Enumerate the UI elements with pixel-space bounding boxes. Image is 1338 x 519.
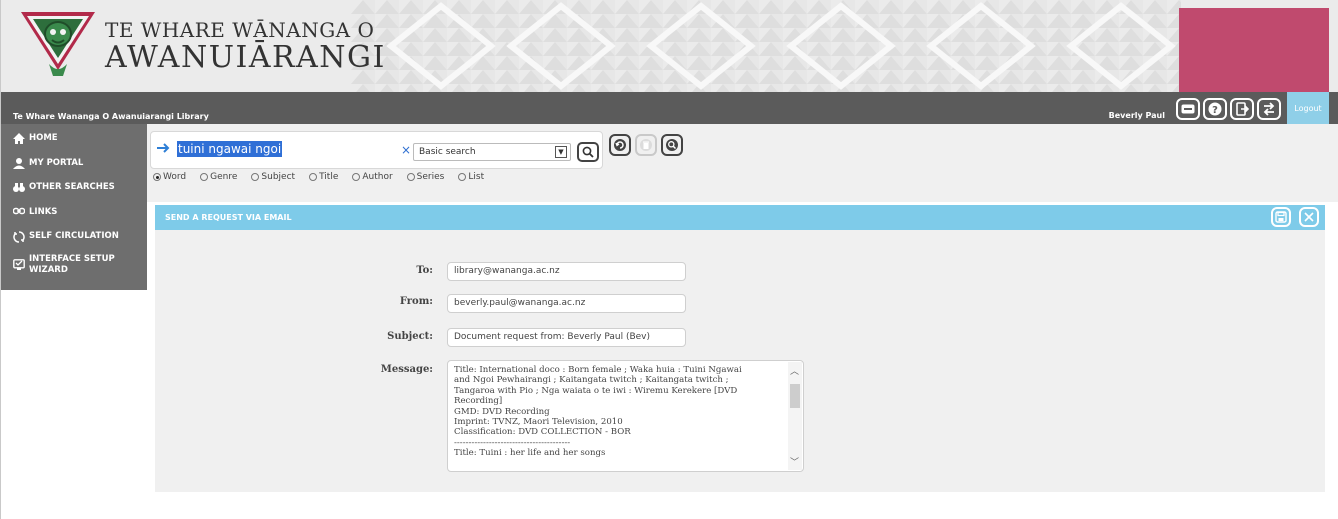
- radio-label: Series: [416, 172, 445, 182]
- logout-door-icon[interactable]: [1230, 98, 1254, 120]
- search-field-options: Word Genre Subject Title Author Series L…: [153, 172, 498, 182]
- radio-label: Title: [319, 172, 339, 182]
- panel-header: SEND A REQUEST VIA EMAIL: [155, 205, 1325, 230]
- reset-search-button[interactable]: [609, 134, 631, 156]
- save-button[interactable]: [1271, 207, 1291, 227]
- to-field[interactable]: library@wananga.ac.nz: [447, 262, 686, 281]
- to-label: To:: [416, 265, 433, 276]
- sidebar-item-label: INTERFACE SETUP WIZARD: [29, 254, 115, 275]
- radio-unselected-icon: [309, 173, 318, 181]
- message-label: Message:: [380, 364, 433, 375]
- message-textarea[interactable]: Title: International doco : Born female …: [447, 360, 804, 472]
- chevron-down-icon[interactable]: ﹀: [790, 455, 799, 468]
- search-type-value: Basic search: [419, 147, 476, 157]
- radio-author[interactable]: Author: [352, 172, 393, 182]
- message-text: Title: International doco : Born female …: [454, 365, 742, 459]
- radio-selected-icon: [153, 173, 161, 181]
- radio-unselected-icon: [406, 173, 415, 181]
- svg-text:?: ?: [1212, 105, 1218, 116]
- library-name: Te Whare Wananga O Awanuiarangi Library: [13, 112, 209, 121]
- link-icon: [13, 207, 25, 215]
- university-logo-icon[interactable]: [19, 8, 97, 78]
- reset-icon: [614, 139, 626, 151]
- top-toolbar: ?: [1176, 98, 1281, 120]
- radio-unselected-icon: [458, 173, 467, 181]
- switch-icon[interactable]: [1257, 98, 1281, 120]
- advanced-search-button[interactable]: [661, 134, 683, 156]
- sidebar-item-links[interactable]: LINKS: [13, 207, 57, 218]
- radio-label: Subject: [261, 172, 296, 182]
- radio-unselected-icon: [352, 173, 361, 181]
- user-name[interactable]: Beverly Paul: [1109, 111, 1165, 120]
- sidebar-item-interface-setup-wizard[interactable]: INTERFACE SETUP WIZARD: [13, 254, 139, 276]
- close-button[interactable]: [1299, 207, 1319, 227]
- sidebar-item-self-circulation[interactable]: SELF CIRCULATION: [13, 231, 119, 243]
- scroll-thumb[interactable]: [790, 384, 800, 408]
- sidebar-empty-area: [1, 290, 147, 519]
- sidebar-item-label: HOME: [29, 133, 58, 143]
- radio-unselected-icon: [200, 173, 209, 181]
- radio-label: Author: [362, 172, 393, 182]
- help-icon[interactable]: ?: [1203, 98, 1227, 120]
- search-box: tuini ngawai ngoi × Basic search ▼: [150, 131, 603, 169]
- circulation-icon: [13, 231, 25, 243]
- search-button[interactable]: [577, 142, 599, 162]
- monitor-icon: [13, 259, 25, 270]
- brand-line1: TE WHARE WĀNANGA O: [105, 18, 375, 42]
- clear-list-button[interactable]: [635, 134, 657, 156]
- magnifier-gear-icon: [666, 139, 678, 151]
- header-banner: TE WHARE WĀNANGA O AWANUIĀRANGI: [1, 0, 1338, 92]
- search-type-select[interactable]: Basic search ▼: [413, 143, 571, 161]
- radio-series[interactable]: Series: [406, 172, 445, 182]
- banner-pattern: [351, 0, 1181, 92]
- save-icon: [1275, 211, 1287, 223]
- radio-label: Genre: [210, 172, 238, 182]
- accent-block: [1179, 8, 1329, 92]
- panel-title: SEND A REQUEST VIA EMAIL: [165, 213, 292, 222]
- radio-word[interactable]: Word: [153, 172, 186, 182]
- top-bar: Te Whare Wananga O Awanuiarangi Library …: [1, 92, 1338, 124]
- app-window: TE WHARE WĀNANGA O AWANUIĀRANGI Te Whare…: [0, 0, 1338, 519]
- sidebar-item-other-searches[interactable]: OTHER SEARCHES: [13, 182, 115, 193]
- keyboard-icon[interactable]: [1176, 98, 1200, 120]
- chevron-down-icon[interactable]: ▼: [555, 146, 567, 158]
- from-field[interactable]: beverly.paul@wananga.ac.nz: [447, 294, 686, 313]
- sidebar-item-label: MY PORTAL: [29, 158, 84, 168]
- binoculars-icon: [13, 183, 25, 192]
- chevron-up-icon[interactable]: ︿: [790, 364, 799, 377]
- sidebar-item-label: SELF CIRCULATION: [29, 231, 119, 241]
- brand-line2: AWANUIĀRANGI: [105, 40, 386, 75]
- radio-title[interactable]: Title: [309, 172, 338, 182]
- radio-label: List: [468, 172, 485, 182]
- radio-list[interactable]: List: [458, 172, 484, 182]
- sidebar-item-my-portal[interactable]: MY PORTAL: [13, 158, 83, 169]
- search-area: tuini ngawai ngoi × Basic search ▼ Word …: [147, 124, 1338, 202]
- trash-icon: [640, 139, 652, 151]
- sidebar-item-home[interactable]: HOME: [13, 133, 58, 144]
- sidebar: HOME MY PORTAL OTHER SEARCHES LINKS SELF…: [1, 124, 147, 290]
- subject-field[interactable]: Document request from: Beverly Paul (Bev…: [447, 328, 686, 347]
- radio-genre[interactable]: Genre: [200, 172, 237, 182]
- brand-title: TE WHARE WĀNANGA O AWANUIĀRANGI: [105, 18, 386, 75]
- email-request-form: To: library@wananga.ac.nz From: beverly.…: [155, 230, 1325, 492]
- from-label: From:: [399, 296, 433, 307]
- sidebar-item-label: OTHER SEARCHES: [29, 182, 115, 192]
- subject-label: Subject:: [387, 331, 433, 342]
- home-icon: [13, 133, 25, 144]
- search-input[interactable]: tuini ngawai ngoi: [177, 141, 283, 157]
- user-icon: [13, 158, 25, 169]
- clear-search-icon[interactable]: ×: [401, 143, 411, 157]
- close-icon: [1304, 212, 1314, 222]
- arrow-right-icon: [157, 143, 170, 153]
- radio-subject[interactable]: Subject: [251, 172, 295, 182]
- radio-label: Word: [163, 172, 187, 182]
- message-scrollbar[interactable]: ︿ ﹀: [788, 362, 802, 470]
- logout-button[interactable]: Logout: [1287, 92, 1329, 124]
- radio-unselected-icon: [251, 173, 260, 181]
- search-icon: [582, 146, 594, 158]
- sidebar-item-label: LINKS: [29, 207, 58, 217]
